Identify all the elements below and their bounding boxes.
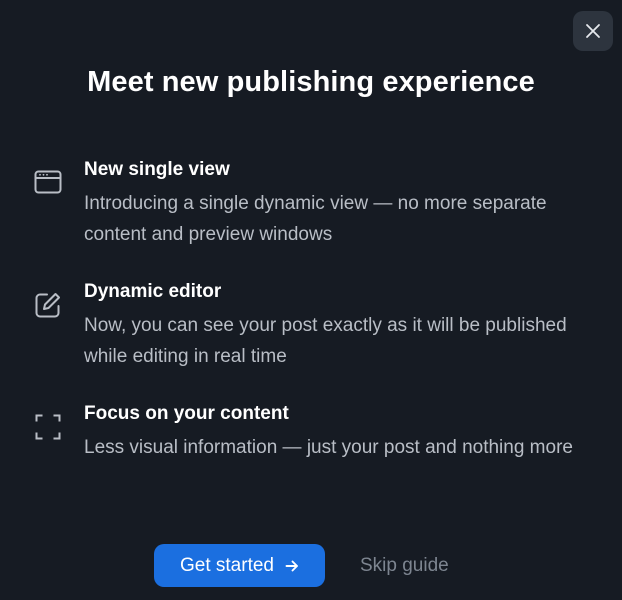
close-button[interactable]: [573, 11, 613, 51]
feature-title: Dynamic editor: [84, 281, 222, 302]
arrow-right-icon: [285, 560, 298, 571]
get-started-button[interactable]: Get started: [154, 544, 325, 587]
feature-description: Now, you can see your post exactly as it…: [84, 315, 567, 367]
onboarding-dialog: Meet new publishing experience New singl…: [0, 0, 622, 600]
feature-title: New single view: [84, 159, 230, 180]
feature-description: Less visual information — just your post…: [84, 437, 573, 458]
skip-guide-link[interactable]: Skip guide: [360, 554, 449, 578]
browser-window-icon: [34, 170, 62, 194]
feature-description: Introducing a single dynamic view — no m…: [84, 193, 547, 245]
focus-frame-icon: [35, 414, 61, 440]
close-icon: [586, 24, 600, 38]
edit-pencil-icon: [35, 293, 60, 318]
feature-title: Focus on your content: [84, 403, 289, 424]
get-started-label: Get started: [180, 554, 274, 576]
dialog-title: Meet new publishing experience: [87, 66, 535, 98]
